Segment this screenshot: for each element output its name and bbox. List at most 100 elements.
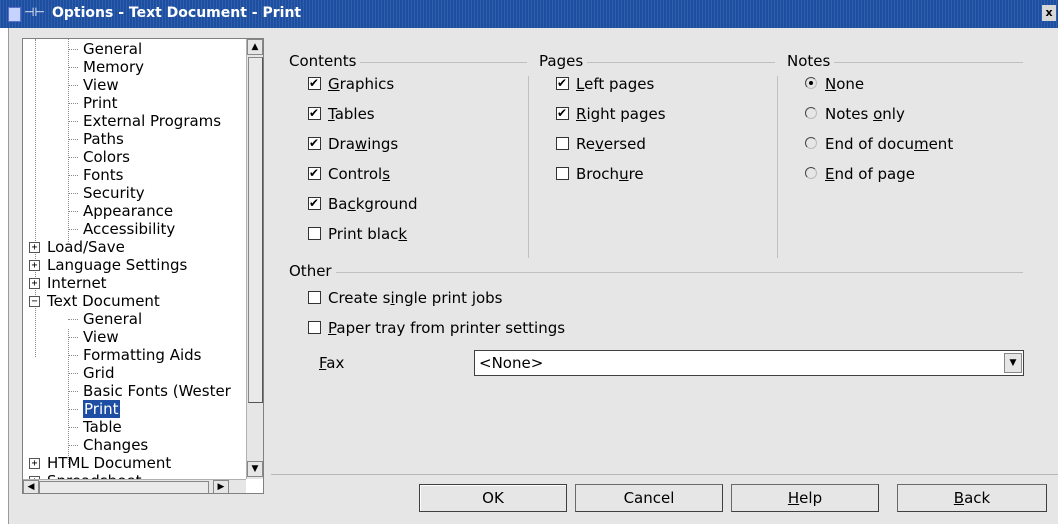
checkbox-icon[interactable] xyxy=(308,134,321,152)
expand-icon[interactable]: + xyxy=(29,242,40,253)
expand-icon[interactable]: + xyxy=(29,458,40,469)
tree-item-security[interactable]: Security xyxy=(68,184,145,202)
option-label: ngle print jobs xyxy=(394,289,503,307)
tree-item-memory[interactable]: Memory xyxy=(68,58,144,76)
window-title: Options - Text Document - Print xyxy=(52,5,302,21)
tree-item-appearance[interactable]: Appearance xyxy=(68,202,173,220)
checkbox-icon[interactable] xyxy=(556,167,569,180)
tree-item-basic-fonts-wester[interactable]: Basic Fonts (Wester xyxy=(68,382,231,400)
close-icon[interactable]: x xyxy=(1042,5,1056,21)
expand-icon[interactable]: + xyxy=(29,260,40,271)
radio-icon[interactable] xyxy=(805,107,817,119)
tree-item-print[interactable]: Print xyxy=(68,400,120,418)
tree-item-formatting-aids[interactable]: Formatting Aids xyxy=(68,346,201,364)
right-pages-checkbox[interactable]: Right pages xyxy=(556,104,666,124)
tree-vertical-scrollbar[interactable]: ▲ ▼ xyxy=(246,39,263,479)
options-tree[interactable]: General Memory View Print External Programs P… xyxy=(22,38,264,494)
create-single-print-jobs-checkbox[interactable]: Create single print jobs xyxy=(308,288,503,308)
notes-only-radio[interactable]: Notes only xyxy=(805,104,905,124)
radio-icon[interactable] xyxy=(805,167,817,179)
controls-checkbox[interactable]: Controls xyxy=(308,164,390,184)
expand-icon[interactable]: + xyxy=(29,278,40,289)
tree-item-grid[interactable]: Grid xyxy=(68,364,114,382)
tree-item-table[interactable]: Table xyxy=(68,418,122,436)
scroll-thumb[interactable] xyxy=(39,481,209,493)
tree-item-general[interactable]: General xyxy=(68,310,142,328)
checkbox-icon[interactable] xyxy=(308,194,321,212)
tree-item-paths[interactable]: Paths xyxy=(68,130,124,148)
tree-item-label: Basic Fonts (Wester xyxy=(83,382,231,400)
tree-item-html-document[interactable]: + HTML Document xyxy=(29,454,171,472)
tree-branch-line xyxy=(68,319,78,320)
tree-item-general[interactable]: General xyxy=(68,40,142,58)
tree-item-print[interactable]: Print xyxy=(68,94,118,112)
window-pin-icon[interactable]: ⊣⊢ xyxy=(24,5,45,19)
tree-horizontal-scrollbar[interactable]: ◀ ▶ xyxy=(23,479,246,493)
scroll-up-icon[interactable]: ▲ xyxy=(247,39,263,55)
tree-item-external-programs[interactable]: External Programs xyxy=(68,112,221,130)
graphics-checkbox[interactable]: Graphics xyxy=(308,74,394,94)
option-label: Re xyxy=(576,135,595,153)
print-black-checkbox[interactable]: Print black xyxy=(308,224,407,244)
end-of-page-radio[interactable]: End of page xyxy=(805,164,915,184)
tree-item-changes[interactable]: Changes xyxy=(68,436,148,454)
checkbox-icon[interactable] xyxy=(308,104,321,122)
scroll-right-icon[interactable]: ▶ xyxy=(213,480,229,493)
tree-item-label: Print xyxy=(83,400,120,418)
tree-item-colors[interactable]: Colors xyxy=(68,148,130,166)
checkbox-icon[interactable] xyxy=(556,104,569,122)
tree-item-view[interactable]: View xyxy=(68,76,119,94)
tree-item-text-document[interactable]: − Text Document xyxy=(29,292,160,310)
checkbox-icon[interactable] xyxy=(308,74,321,92)
radio-icon[interactable] xyxy=(805,137,817,149)
tables-checkbox[interactable]: Tables xyxy=(308,104,375,124)
left-pages-checkbox[interactable]: Left pages xyxy=(556,74,654,94)
chevron-down-icon[interactable]: ▼ xyxy=(1004,353,1022,373)
tree-branch-line xyxy=(68,391,78,392)
end-of-document-radio[interactable]: End of document xyxy=(805,134,953,154)
checkbox-icon[interactable] xyxy=(308,227,321,240)
brochure-checkbox[interactable]: Brochure xyxy=(556,164,644,184)
checkbox-icon[interactable] xyxy=(308,291,321,304)
ok-button[interactable]: OK xyxy=(419,484,567,512)
tree-branch-line xyxy=(68,427,78,428)
radio-icon[interactable] xyxy=(805,77,817,89)
checkbox-icon[interactable] xyxy=(556,137,569,150)
tree-item-view[interactable]: View xyxy=(68,328,119,346)
button-separator xyxy=(271,474,1058,475)
help-button[interactable]: Help xyxy=(731,484,879,512)
drawings-checkbox[interactable]: Drawings xyxy=(308,134,398,154)
fax-select[interactable]: <None> ▼ xyxy=(474,350,1024,376)
mnemonic-letter: s xyxy=(382,165,391,183)
app-icon xyxy=(8,7,21,22)
checkbox-icon[interactable] xyxy=(308,321,321,334)
checkbox-icon[interactable] xyxy=(308,164,321,182)
tree-item-load-save[interactable]: + Load/Save xyxy=(29,238,125,256)
tree-item-internet[interactable]: + Internet xyxy=(29,274,107,292)
tree-branch-line xyxy=(68,373,78,374)
back-button[interactable]: Back xyxy=(897,484,1047,512)
tree-item-language-settings[interactable]: + Language Settings xyxy=(29,256,187,274)
tree-item-label: Security xyxy=(83,184,145,202)
scroll-down-icon[interactable]: ▼ xyxy=(247,461,263,477)
tree-branch-line xyxy=(68,229,78,230)
reversed-checkbox[interactable]: Reversed xyxy=(556,134,646,154)
cancel-button[interactable]: Cancel xyxy=(575,484,723,512)
scroll-thumb[interactable] xyxy=(248,57,263,403)
tree-item-label: Formatting Aids xyxy=(83,346,202,364)
tree-item-fonts[interactable]: Fonts xyxy=(68,166,123,184)
option-label: Print blac xyxy=(328,225,399,243)
tree-item-label: Accessibility xyxy=(83,220,176,238)
paper-tray-from-printer-settings-checkbox[interactable]: Paper tray from printer settings xyxy=(308,318,565,338)
collapse-icon[interactable]: − xyxy=(29,296,40,307)
fax-select-value: <None> xyxy=(479,354,544,372)
title-bar[interactable]: ⊣⊢ Options - Text Document - Print x xyxy=(0,0,1058,28)
tree-item-accessibility[interactable]: Accessibility xyxy=(68,220,175,238)
column-separator xyxy=(528,76,529,258)
background-checkbox[interactable]: Background xyxy=(308,194,418,214)
tree-item-label: Grid xyxy=(83,364,115,382)
none-radio[interactable]: None xyxy=(805,74,864,94)
mnemonic-letter: m xyxy=(913,135,929,153)
checkbox-icon[interactable] xyxy=(556,74,569,92)
scroll-left-icon[interactable]: ◀ xyxy=(23,480,39,493)
